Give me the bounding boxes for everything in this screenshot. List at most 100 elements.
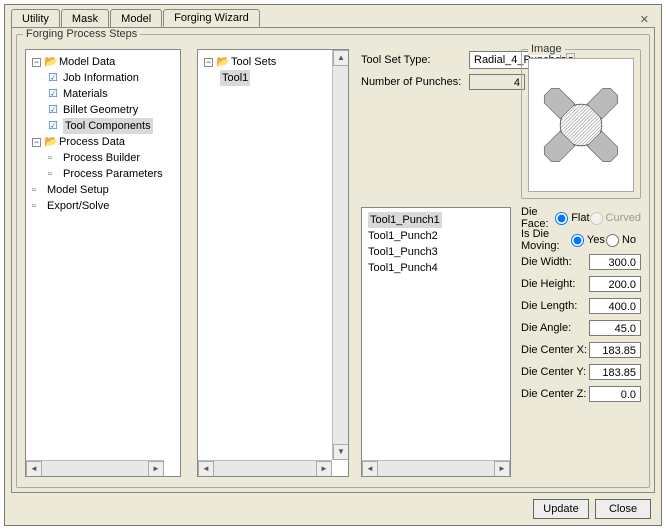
folder-icon: 📂 <box>44 54 56 70</box>
tree-node-process-parameters[interactable]: ▫Process Parameters <box>28 166 178 182</box>
scroll-right-icon[interactable]: ► <box>494 461 510 477</box>
tab-label: Forging Wizard <box>174 12 249 24</box>
tree-node-model-data[interactable]: −📂Model Data <box>28 54 178 70</box>
tree-node-punch1[interactable]: Tool1_Punch1 <box>364 212 508 228</box>
tab-label: Model <box>121 13 151 25</box>
radio-die-face-flat[interactable]: Flat <box>555 212 589 225</box>
scrollbar-horizontal[interactable]: ◄► <box>26 460 164 476</box>
die-angle-input[interactable]: 45.0 <box>589 320 641 336</box>
node-label: Model Setup <box>47 182 109 198</box>
check-icon: ☑ <box>48 86 60 102</box>
tree-node-job-information[interactable]: ☑Job Information <box>28 70 178 86</box>
die-face-label: Die Face: <box>521 206 555 230</box>
tool-set-type-label: Tool Set Type: <box>361 54 465 66</box>
die-center-y-label: Die Center Y: <box>521 366 589 378</box>
tab-utility[interactable]: Utility <box>11 9 60 27</box>
close-button[interactable]: Close <box>595 499 651 519</box>
tree-node-tool-components[interactable]: ☑Tool Components <box>28 118 178 134</box>
num-punches-value: 4 <box>469 74 525 90</box>
die-width-input[interactable]: 300.0 <box>589 254 641 270</box>
page-icon: ▫ <box>32 182 44 198</box>
scroll-right-icon[interactable]: ► <box>148 461 164 477</box>
die-length-label: Die Length: <box>521 300 589 312</box>
collapse-icon[interactable]: − <box>32 138 41 147</box>
scroll-right-icon[interactable]: ► <box>316 461 332 477</box>
collapse-icon[interactable]: − <box>32 58 41 67</box>
node-label: Job Information <box>63 70 139 86</box>
node-label: Tool1_Punch2 <box>368 228 438 244</box>
forging-process-steps-group: Forging Process Steps −📂Model Data ☑Job … <box>16 34 650 488</box>
page-icon: ▫ <box>32 198 44 214</box>
node-label: Export/Solve <box>47 198 109 214</box>
radio-label: No <box>622 234 636 246</box>
collapse-icon[interactable]: − <box>204 58 213 67</box>
radio-die-moving-yes[interactable]: Yes <box>571 234 606 247</box>
scroll-left-icon[interactable]: ◄ <box>26 461 42 477</box>
tab-mask[interactable]: Mask <box>61 9 109 27</box>
tree-content: Tool1_Punch1 Tool1_Punch2 Tool1_Punch3 T… <box>362 208 510 460</box>
tree-node-punch2[interactable]: Tool1_Punch2 <box>364 228 508 244</box>
tab-model[interactable]: Model <box>110 9 162 27</box>
die-center-z-input[interactable]: 0.0 <box>589 386 641 402</box>
radio-die-moving-no[interactable]: No <box>606 234 641 247</box>
tree-punches[interactable]: Tool1_Punch1 Tool1_Punch2 Tool1_Punch3 T… <box>361 207 511 477</box>
tab-forging-wizard[interactable]: Forging Wizard <box>163 9 260 27</box>
group-label: Forging Process Steps <box>23 28 140 40</box>
scrollbar-horizontal[interactable]: ◄► <box>362 460 510 476</box>
radio-label: Yes <box>587 234 605 246</box>
tree-node-billet-geometry[interactable]: ☑Billet Geometry <box>28 102 178 118</box>
scroll-up-icon[interactable]: ▲ <box>333 50 349 66</box>
die-center-x-input[interactable]: 183.85 <box>589 342 641 358</box>
tree-node-tool1[interactable]: Tool1 <box>200 70 330 86</box>
scrollbar-horizontal[interactable]: ◄► <box>198 460 332 476</box>
image-group: Image <box>521 49 641 199</box>
check-icon: ☑ <box>48 102 60 118</box>
tree-node-process-builder[interactable]: ▫Process Builder <box>28 150 178 166</box>
die-center-x-label: Die Center X: <box>521 344 589 356</box>
punch-diagram-icon <box>529 65 633 185</box>
node-label: Tool1_Punch4 <box>368 260 438 276</box>
node-label: Tool1_Punch1 <box>368 212 442 228</box>
page-icon: ▫ <box>48 166 60 182</box>
node-label: Process Parameters <box>63 166 163 182</box>
node-label: Process Builder <box>63 150 140 166</box>
tree-node-model-setup[interactable]: ▫Model Setup <box>28 182 178 198</box>
node-label: Process Data <box>59 134 125 150</box>
die-angle-label: Die Angle: <box>521 322 589 334</box>
die-length-input[interactable]: 400.0 <box>589 298 641 314</box>
num-punches-label: Number of Punches: <box>361 76 465 88</box>
die-preview-image <box>528 58 634 192</box>
radio-die-face-curved: Curved <box>590 212 641 225</box>
tab-label: Mask <box>72 13 98 25</box>
dialog-frame: ✕ Utility Mask Model Forging Wizard Forg… <box>4 4 662 526</box>
scroll-down-icon[interactable]: ▼ <box>333 444 349 460</box>
is-die-moving-label: Is Die Moving: <box>521 228 571 252</box>
tab-label: Utility <box>22 13 49 25</box>
tree-node-export-solve[interactable]: ▫Export/Solve <box>28 198 178 214</box>
scroll-left-icon[interactable]: ◄ <box>362 461 378 477</box>
die-width-label: Die Width: <box>521 256 589 268</box>
scrollbar-vertical[interactable]: ▲▼ <box>332 50 348 460</box>
tree-node-materials[interactable]: ☑Materials <box>28 86 178 102</box>
node-label: Materials <box>63 86 108 102</box>
die-center-y-input[interactable]: 183.85 <box>589 364 641 380</box>
dialog-buttons: Update Close <box>533 499 651 519</box>
tree-node-punch3[interactable]: Tool1_Punch3 <box>364 244 508 260</box>
die-height-input[interactable]: 200.0 <box>589 276 641 292</box>
node-label: Tool Sets <box>231 54 276 70</box>
node-label: Tool Components <box>63 118 153 134</box>
tree-node-punch4[interactable]: Tool1_Punch4 <box>364 260 508 276</box>
tab-panel: Forging Process Steps −📂Model Data ☑Job … <box>11 27 655 493</box>
tree-node-tool-sets[interactable]: −📂Tool Sets <box>200 54 330 70</box>
node-label: Tool1 <box>220 70 250 86</box>
folder-icon: 📂 <box>216 54 228 70</box>
radio-label: Curved <box>606 212 641 224</box>
tree-node-process-data[interactable]: −📂Process Data <box>28 134 178 150</box>
tree-process-steps[interactable]: −📂Model Data ☑Job Information ☑Materials… <box>25 49 181 477</box>
tabstrip: Utility Mask Model Forging Wizard <box>11 9 661 27</box>
tree-tool-sets[interactable]: −📂Tool Sets Tool1 ▲▼ ◄► <box>197 49 349 477</box>
page-icon: ▫ <box>48 150 60 166</box>
scroll-left-icon[interactable]: ◄ <box>198 461 214 477</box>
update-button[interactable]: Update <box>533 499 589 519</box>
check-icon: ☑ <box>48 70 60 86</box>
